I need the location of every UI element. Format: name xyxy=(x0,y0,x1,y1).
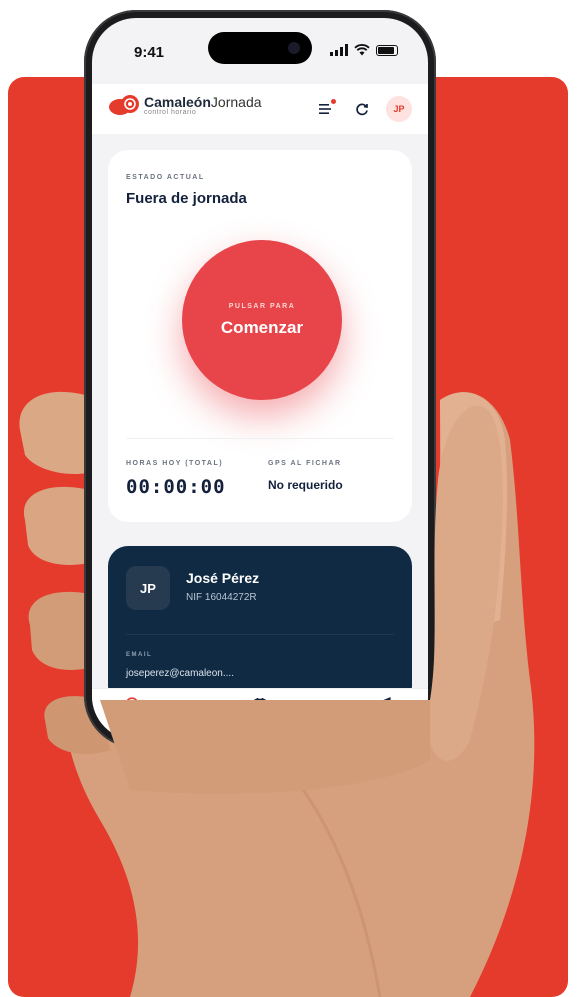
tab-jornada[interactable]: Jornada xyxy=(92,697,172,725)
battery-icon xyxy=(376,44,398,56)
user-nif: NIF 16044272R xyxy=(186,592,257,603)
phone-screen: 9:41 CamaleónJornada control horario JP … xyxy=(92,18,428,740)
menu-button[interactable] xyxy=(314,97,338,121)
chameleon-logo-icon xyxy=(109,95,139,115)
app-header: CamaleónJornada control horario JP xyxy=(92,84,428,134)
email-value: joseperez@camaleon.... xyxy=(126,668,234,679)
airplane-icon xyxy=(377,697,391,710)
state-value: Fuera de jornada xyxy=(126,190,247,207)
start-button-label: Comenzar xyxy=(220,317,304,337)
menu-icon xyxy=(319,104,331,114)
signal-icon xyxy=(330,44,348,56)
header-actions: JP xyxy=(314,96,412,122)
email-label: EMAIL xyxy=(126,652,153,658)
status-icons xyxy=(330,44,398,56)
profile-avatar[interactable]: JP xyxy=(386,96,412,122)
dynamic-island xyxy=(208,32,312,64)
user-avatar: JP xyxy=(126,566,170,610)
user-name: José Pérez xyxy=(186,570,260,586)
start-shift-button[interactable]: PULSAR PARA Comenzar xyxy=(182,240,342,400)
tab-label: Vacaciones xyxy=(359,715,409,725)
wifi-icon xyxy=(354,44,370,56)
clock-icon xyxy=(125,697,139,711)
phone-frame: 9:41 CamaleónJornada control horario JP … xyxy=(84,10,436,748)
status-card: ESTADO ACTUAL Fuera de jornada PULSAR PA… xyxy=(108,150,412,522)
app-logo[interactable]: CamaleónJornada control horario xyxy=(108,94,262,116)
state-label: ESTADO ACTUAL xyxy=(126,174,205,181)
tab-label: Jornada xyxy=(114,715,150,725)
status-time: 9:41 xyxy=(134,44,165,61)
hours-label: HORAS HOY (TOTAL) xyxy=(126,460,224,467)
logo-name: Camaleón xyxy=(144,93,211,110)
refresh-icon xyxy=(356,103,368,116)
user-card-divider xyxy=(126,634,394,635)
logo-suffix: Jornada xyxy=(210,93,262,110)
camera-icon xyxy=(288,42,300,54)
gps-value: No requerido xyxy=(268,478,343,492)
notification-dot xyxy=(331,99,336,104)
hours-value: 00:00:00 xyxy=(126,476,226,498)
bottom-tab-bar: Jornada Horario Vacaciones xyxy=(92,688,428,740)
gps-label: GPS AL FICHAR xyxy=(268,460,342,467)
user-card: JP José Pérez NIF 16044272R EMAIL josepe… xyxy=(108,546,412,706)
tab-label: Horario xyxy=(243,715,276,725)
refresh-button[interactable] xyxy=(350,97,374,121)
calendar-icon xyxy=(253,698,267,711)
logo-tagline: control horario xyxy=(144,108,197,116)
tab-vacaciones[interactable]: Vacaciones xyxy=(344,697,424,725)
start-button-prefix: PULSAR PARA xyxy=(228,302,296,310)
card-divider xyxy=(126,438,394,439)
tab-horario[interactable]: Horario xyxy=(220,697,300,725)
